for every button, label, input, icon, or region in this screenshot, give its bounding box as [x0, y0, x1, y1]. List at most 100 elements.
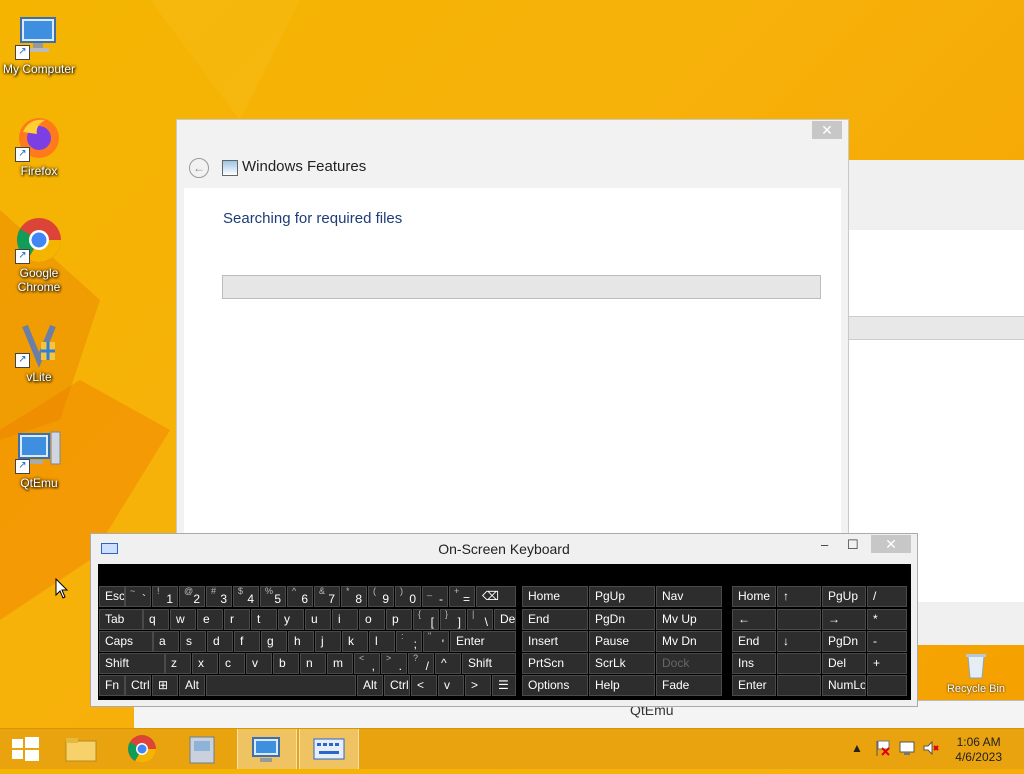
key[interactable]: w: [170, 609, 196, 630]
key[interactable]: ) 0: [395, 586, 421, 607]
nav-key[interactable]: Pause: [589, 631, 655, 652]
key[interactable]: s: [180, 631, 206, 652]
key[interactable]: {[: [413, 609, 439, 630]
key[interactable]: Ctrl: [384, 675, 410, 696]
desktop-icon-qtemu[interactable]: ↗ QtEmu: [0, 426, 78, 490]
numpad-key[interactable]: Enter: [732, 675, 776, 696]
taskbar-vm-app[interactable]: [174, 729, 232, 769]
nav-key[interactable]: PgUp: [589, 586, 655, 607]
nav-key[interactable]: PrtScn: [522, 653, 588, 674]
numpad-key[interactable]: →: [822, 609, 866, 630]
taskbar-chrome[interactable]: [113, 729, 171, 769]
key[interactable]: <,: [354, 653, 380, 674]
numpad-key[interactable]: ←: [732, 609, 776, 630]
numpad-key[interactable]: -: [867, 631, 907, 652]
key[interactable]: % 5: [260, 586, 286, 607]
numpad-key[interactable]: NumLock: [822, 675, 866, 696]
nav-key[interactable]: Home: [522, 586, 588, 607]
key[interactable]: ? /: [408, 653, 434, 674]
close-button[interactable]: ✕: [871, 535, 911, 553]
numpad-key[interactable]: PgDn: [822, 631, 866, 652]
key[interactable]: ! 1: [152, 586, 178, 607]
nav-key[interactable]: Nav: [656, 586, 722, 607]
taskbar-osk[interactable]: [299, 729, 359, 769]
key[interactable]: Tab: [99, 609, 143, 630]
numpad-key[interactable]: ↑: [777, 586, 821, 607]
desktop-icon-recycle-bin[interactable]: Recycle Bin: [940, 650, 1012, 695]
nav-key[interactable]: Fade: [656, 675, 722, 696]
desktop-icon-google-chrome[interactable]: ↗ Google Chrome: [0, 216, 78, 294]
start-button[interactable]: [0, 729, 58, 769]
nav-key[interactable]: ScrLk: [589, 653, 655, 674]
desktop-icon-vlite[interactable]: ↗ vLite: [0, 320, 78, 384]
network-icon[interactable]: [898, 739, 916, 760]
key[interactable]: k: [342, 631, 368, 652]
key[interactable]: m: [327, 653, 353, 674]
key[interactable]: o: [359, 609, 385, 630]
key[interactable]: Shift: [462, 653, 516, 674]
key[interactable]: Alt: [357, 675, 383, 696]
numpad-key[interactable]: Ins: [732, 653, 776, 674]
back-button[interactable]: ←: [189, 158, 209, 178]
key[interactable]: g: [261, 631, 287, 652]
volume-icon[interactable]: [922, 739, 940, 760]
key[interactable]: [206, 675, 356, 696]
numpad-key[interactable]: [777, 675, 821, 696]
numpad-key[interactable]: Del: [822, 653, 866, 674]
key[interactable]: Ctrl: [125, 675, 151, 696]
key[interactable]: v: [438, 675, 464, 696]
numpad-key[interactable]: [867, 675, 907, 696]
numpad-key[interactable]: Home: [732, 586, 776, 607]
nav-key[interactable]: PgDn: [589, 609, 655, 630]
key[interactable]: | \: [467, 609, 493, 630]
flag-icon[interactable]: [875, 739, 891, 760]
numpad-key[interactable]: PgUp: [822, 586, 866, 607]
key[interactable]: h: [288, 631, 314, 652]
clock[interactable]: 1:06 AM 4/6/2023: [955, 735, 1002, 765]
key[interactable]: & 7: [314, 586, 340, 607]
key[interactable]: l: [369, 631, 395, 652]
key[interactable]: c: [219, 653, 245, 674]
key[interactable]: ☰: [492, 675, 516, 696]
key[interactable]: $4: [233, 586, 259, 607]
key[interactable]: Enter: [450, 631, 516, 652]
key[interactable]: x: [192, 653, 218, 674]
nav-key[interactable]: Insert: [522, 631, 588, 652]
numpad-key[interactable]: +: [867, 653, 907, 674]
key[interactable]: i: [332, 609, 358, 630]
numpad-key[interactable]: [777, 653, 821, 674]
nav-key[interactable]: End: [522, 609, 588, 630]
key[interactable]: e: [197, 609, 223, 630]
key[interactable]: Del: [494, 609, 516, 630]
nav-key[interactable]: Mv Up: [656, 609, 722, 630]
key[interactable]: b: [273, 653, 299, 674]
key[interactable]: Esc: [99, 586, 125, 607]
taskbar-qtemu[interactable]: [237, 729, 297, 769]
taskbar-file-explorer[interactable]: [52, 729, 110, 769]
key[interactable]: ⊞: [152, 675, 178, 696]
close-button[interactable]: ✕: [812, 121, 842, 139]
key[interactable]: p: [386, 609, 412, 630]
key[interactable]: t: [251, 609, 277, 630]
key[interactable]: " ': [423, 631, 449, 652]
numpad-key[interactable]: ↓: [777, 631, 821, 652]
key[interactable]: ^: [435, 653, 461, 674]
key[interactable]: >.: [381, 653, 407, 674]
nav-key[interactable]: Mv Dn: [656, 631, 722, 652]
key[interactable]: j: [315, 631, 341, 652]
key[interactable]: ^ 6: [287, 586, 313, 607]
numpad-key[interactable]: [777, 609, 821, 630]
numpad-key[interactable]: *: [867, 609, 907, 630]
desktop-icon-my-computer[interactable]: ↗ My Computer: [0, 12, 78, 76]
numpad-key[interactable]: /: [867, 586, 907, 607]
key[interactable]: :;: [396, 631, 422, 652]
key[interactable]: r: [224, 609, 250, 630]
key[interactable]: Caps: [99, 631, 153, 652]
key[interactable]: z: [165, 653, 191, 674]
key[interactable]: * 8: [341, 586, 367, 607]
maximize-button[interactable]: ☐: [847, 537, 859, 553]
chevron-up-icon[interactable]: ▲: [851, 741, 863, 755]
key[interactable]: Shift: [99, 653, 165, 674]
key[interactable]: <: [411, 675, 437, 696]
key[interactable]: q: [143, 609, 169, 630]
